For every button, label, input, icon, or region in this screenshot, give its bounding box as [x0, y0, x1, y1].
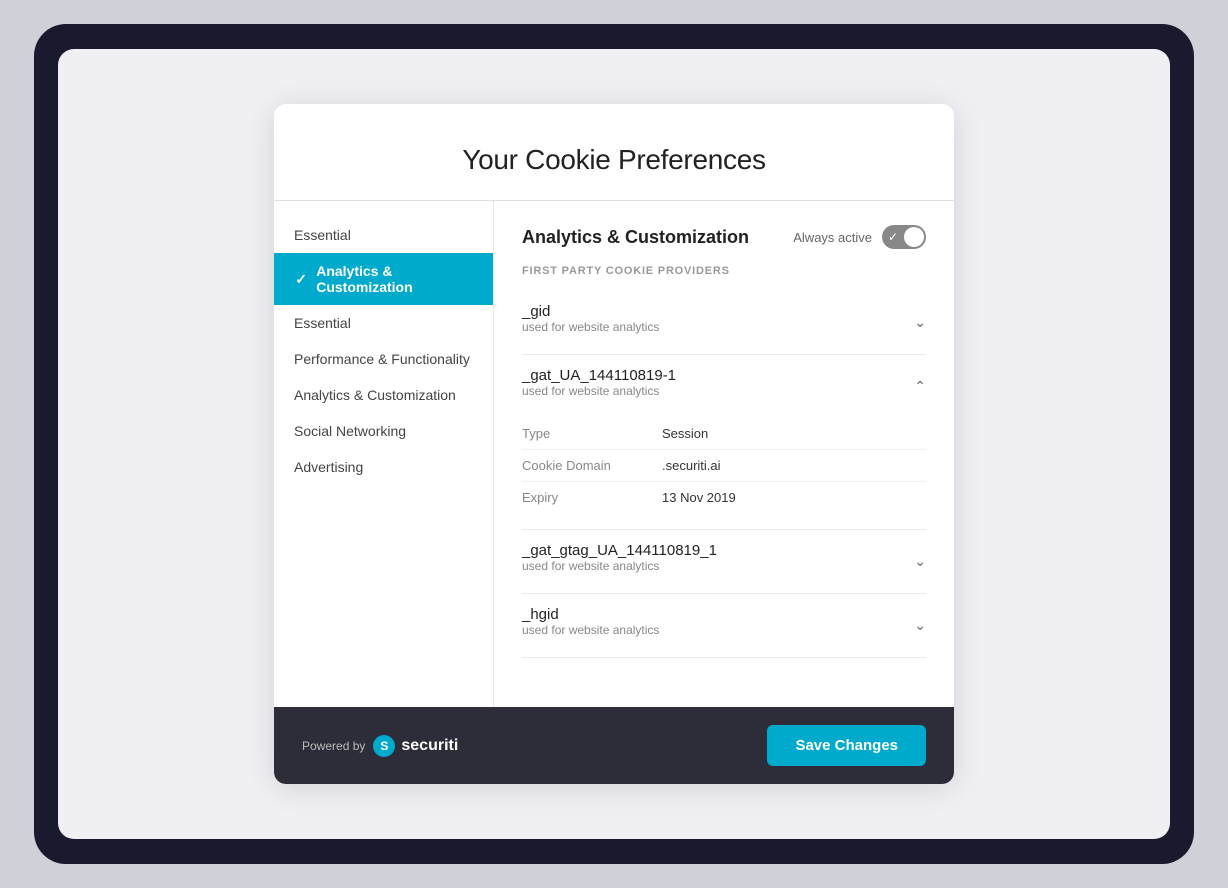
- cookie-desc-hgid: used for website analytics: [522, 623, 659, 637]
- cookie-preferences-modal: Your Cookie Preferences Essential ✓ Anal…: [274, 104, 954, 784]
- chevron-up-icon-gat-ua: ⌃: [914, 378, 926, 395]
- sidebar-item-label: Analytics & Customization: [316, 263, 473, 295]
- cookie-item-gat-ua-header[interactable]: _gat_UA_144110819-1 used for website ana…: [522, 355, 926, 418]
- sidebar-item-label: Performance & Functionality: [294, 351, 470, 367]
- save-changes-button[interactable]: Save Changes: [767, 725, 926, 766]
- section-title: Analytics & Customization: [522, 227, 749, 248]
- cookie-item-gid: _gid used for website analytics ⌄: [522, 291, 926, 355]
- cookie-details-gat-ua: Type Session Cookie Domain .securiti.ai …: [522, 418, 926, 529]
- detail-value-domain: .securiti.ai: [662, 458, 721, 473]
- modal-header: Your Cookie Preferences: [274, 104, 954, 201]
- cookie-name-hgid: _hgid: [522, 606, 659, 623]
- cookie-item-gat-ua: _gat_UA_144110819-1 used for website ana…: [522, 355, 926, 530]
- chevron-down-icon-gid: ⌄: [914, 314, 926, 331]
- detail-row-type: Type Session: [522, 418, 926, 450]
- sidebar-item-label: Advertising: [294, 459, 363, 475]
- cookie-item-gat-gtag-header[interactable]: _gat_gtag_UA_144110819_1 used for websit…: [522, 530, 926, 593]
- cookie-item-hgid: _hgid used for website analytics ⌄: [522, 594, 926, 658]
- detail-label-domain: Cookie Domain: [522, 458, 662, 473]
- cookie-name-gid: _gid: [522, 303, 659, 320]
- powered-by-container: Powered by S securiti: [302, 735, 458, 757]
- modal-title: Your Cookie Preferences: [314, 144, 914, 176]
- providers-label: FIRST PARTY COOKIE PROVIDERS: [522, 265, 926, 277]
- sidebar-item-essential[interactable]: Essential: [274, 305, 493, 341]
- detail-label-expiry: Expiry: [522, 490, 662, 505]
- cookie-item-gid-header[interactable]: _gid used for website analytics ⌄: [522, 291, 926, 354]
- sidebar: Essential ✓ Analytics & Customization Es…: [274, 201, 494, 707]
- cookie-item-hgid-header[interactable]: _hgid used for website analytics ⌄: [522, 594, 926, 657]
- toggle-check-icon: ✓: [888, 230, 898, 244]
- sidebar-item-label: Essential: [294, 315, 351, 331]
- cookie-details-table: Type Session Cookie Domain .securiti.ai …: [522, 418, 926, 513]
- always-active-label: Always active: [793, 230, 872, 245]
- detail-value-type: Session: [662, 426, 708, 441]
- cookie-item-gat-gtag-info: _gat_gtag_UA_144110819_1 used for websit…: [522, 542, 717, 581]
- cookie-item-gid-info: _gid used for website analytics: [522, 303, 659, 342]
- sidebar-item-analytics-customization-active[interactable]: ✓ Analytics & Customization: [274, 253, 493, 305]
- always-active-toggle[interactable]: ✓: [882, 225, 926, 249]
- modal-body: Essential ✓ Analytics & Customization Es…: [274, 201, 954, 707]
- cookie-item-gat-gtag: _gat_gtag_UA_144110819_1 used for websit…: [522, 530, 926, 594]
- sidebar-item-label: Social Networking: [294, 423, 406, 439]
- cookie-desc-gid: used for website analytics: [522, 320, 659, 334]
- detail-label-type: Type: [522, 426, 662, 441]
- check-icon: ✓: [294, 271, 308, 287]
- detail-value-expiry: 13 Nov 2019: [662, 490, 736, 505]
- cookie-name-gat-gtag: _gat_gtag_UA_144110819_1: [522, 542, 717, 559]
- always-active-container: Always active ✓: [793, 225, 926, 249]
- section-header: Analytics & Customization Always active …: [522, 225, 926, 249]
- securiti-logo: S securiti: [373, 735, 458, 757]
- screen: Your Cookie Preferences Essential ✓ Anal…: [58, 49, 1170, 839]
- sidebar-item-label: Essential: [294, 227, 351, 243]
- sidebar-item-social-networking[interactable]: Social Networking: [274, 413, 493, 449]
- cookie-item-hgid-info: _hgid used for website analytics: [522, 606, 659, 645]
- sidebar-item-label: Analytics & Customization: [294, 387, 456, 403]
- sidebar-item-analytics-customization-2[interactable]: Analytics & Customization: [274, 377, 493, 413]
- powered-by-text: Powered by: [302, 739, 365, 753]
- detail-row-domain: Cookie Domain .securiti.ai: [522, 450, 926, 482]
- sidebar-item-performance-functionality[interactable]: Performance & Functionality: [274, 341, 493, 377]
- main-content: Analytics & Customization Always active …: [494, 201, 954, 707]
- chevron-down-icon-gat-gtag: ⌄: [914, 553, 926, 570]
- modal-footer: Powered by S securiti Save Changes: [274, 707, 954, 784]
- securiti-icon: S: [373, 735, 395, 757]
- securiti-brand-name: securiti: [401, 737, 458, 755]
- cookie-desc-gat-ua: used for website analytics: [522, 384, 676, 398]
- device-frame: Your Cookie Preferences Essential ✓ Anal…: [34, 24, 1194, 864]
- detail-row-expiry: Expiry 13 Nov 2019: [522, 482, 926, 513]
- cookie-item-gat-ua-info: _gat_UA_144110819-1 used for website ana…: [522, 367, 676, 406]
- chevron-down-icon-hgid: ⌄: [914, 617, 926, 634]
- sidebar-item-advertising[interactable]: Advertising: [274, 449, 493, 485]
- cookie-name-gat-ua: _gat_UA_144110819-1: [522, 367, 676, 384]
- cookie-desc-gat-gtag: used for website analytics: [522, 559, 717, 573]
- sidebar-item-essential-top[interactable]: Essential: [274, 217, 493, 253]
